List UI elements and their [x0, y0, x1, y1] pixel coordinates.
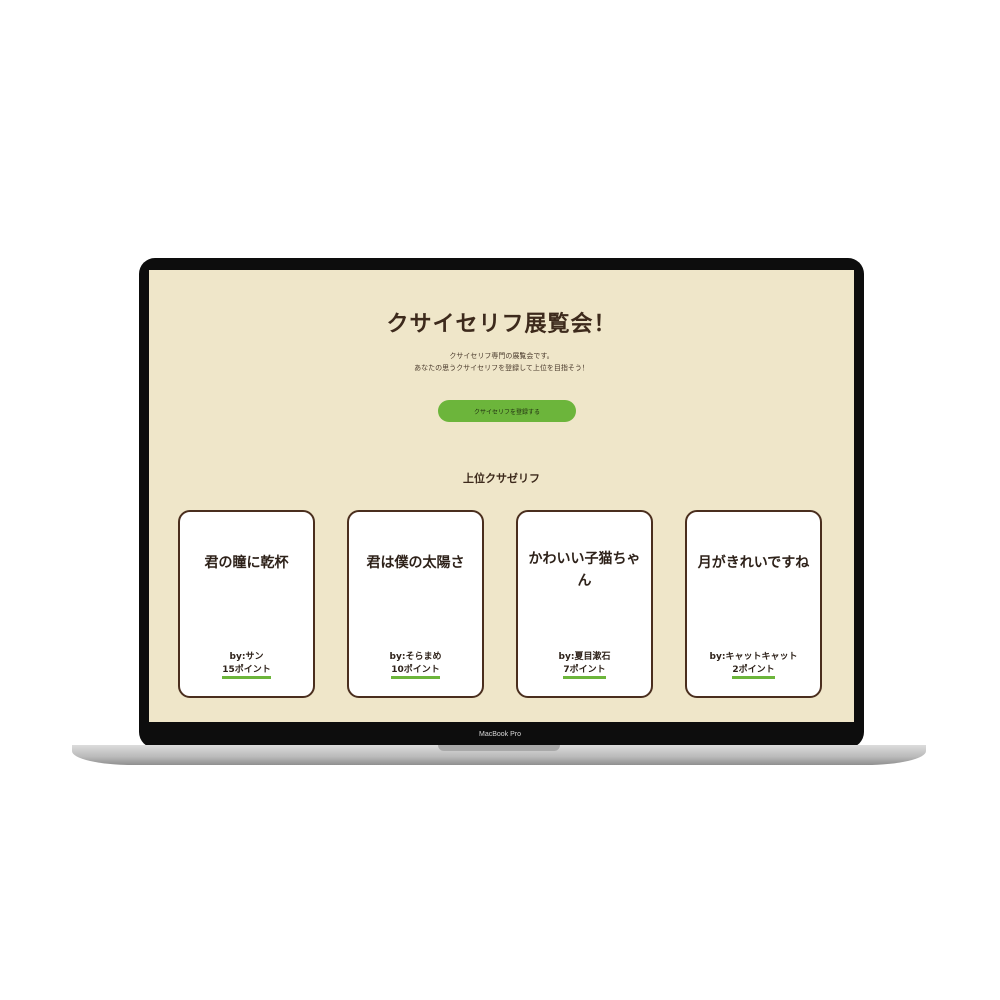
laptop-lid: クサイセリフ展覧会！ クサイセリフ専門の展覧会です。 あなたの思うクサイセリフを… — [139, 258, 864, 748]
ranking-section-title: 上位クサゼリフ — [463, 472, 540, 485]
phrase-card[interactable]: 君の瞳に乾杯 by:サン 15ポイント — [178, 510, 315, 698]
laptop-screen: クサイセリフ展覧会！ クサイセリフ専門の展覧会です。 あなたの思うクサイセリフを… — [149, 270, 854, 722]
points-label: 2ポイント — [732, 665, 775, 679]
phrase-points: 15ポイント — [180, 662, 313, 679]
phrase-text: 君の瞳に乾杯 — [204, 555, 289, 571]
page-title: クサイセリフ展覧会！ — [386, 312, 617, 337]
phrase-author: by:夏目漱石 — [558, 652, 611, 662]
phrase-author: by:そらまめ — [389, 652, 442, 662]
points-label: 15ポイント — [222, 665, 271, 679]
phrase-points: 7ポイント — [518, 662, 651, 679]
register-phrase-button[interactable]: クサイセリフを登録する — [438, 400, 576, 422]
phrase-points: 10ポイント — [349, 662, 482, 679]
page-description: クサイセリフ専門の展覧会です。 あなたの思うクサイセリフを登録して上位を目指そう… — [149, 350, 854, 374]
phrase-text: 君は僕の太陽さ — [366, 555, 465, 571]
phrase-card[interactable]: 月がきれいですね by:キャットキャット 2ポイント — [685, 510, 822, 698]
phrase-author: by:サン — [229, 652, 264, 662]
phrase-text: かわいい子猫ちゃん — [528, 551, 641, 589]
description-line-1: クサイセリフ専門の展覧会です。 — [449, 352, 554, 360]
phrase-points: 2ポイント — [687, 662, 820, 679]
phrase-card[interactable]: 君は僕の太陽さ by:そらまめ 10ポイント — [347, 510, 484, 698]
points-label: 7ポイント — [563, 665, 606, 679]
phrase-card[interactable]: かわいい子猫ちゃん by:夏目漱石 7ポイント — [516, 510, 653, 698]
points-label: 10ポイント — [391, 665, 440, 679]
description-line-2: あなたの思うクサイセリフを登録して上位を目指そう！ — [414, 364, 589, 372]
phrase-author: by:キャットキャット — [709, 652, 798, 662]
laptop-base — [72, 745, 926, 765]
phrase-text: 月がきれいですね — [697, 555, 810, 571]
laptop-notch — [438, 745, 560, 751]
device-model-label: MacBook Pro — [478, 731, 522, 738]
